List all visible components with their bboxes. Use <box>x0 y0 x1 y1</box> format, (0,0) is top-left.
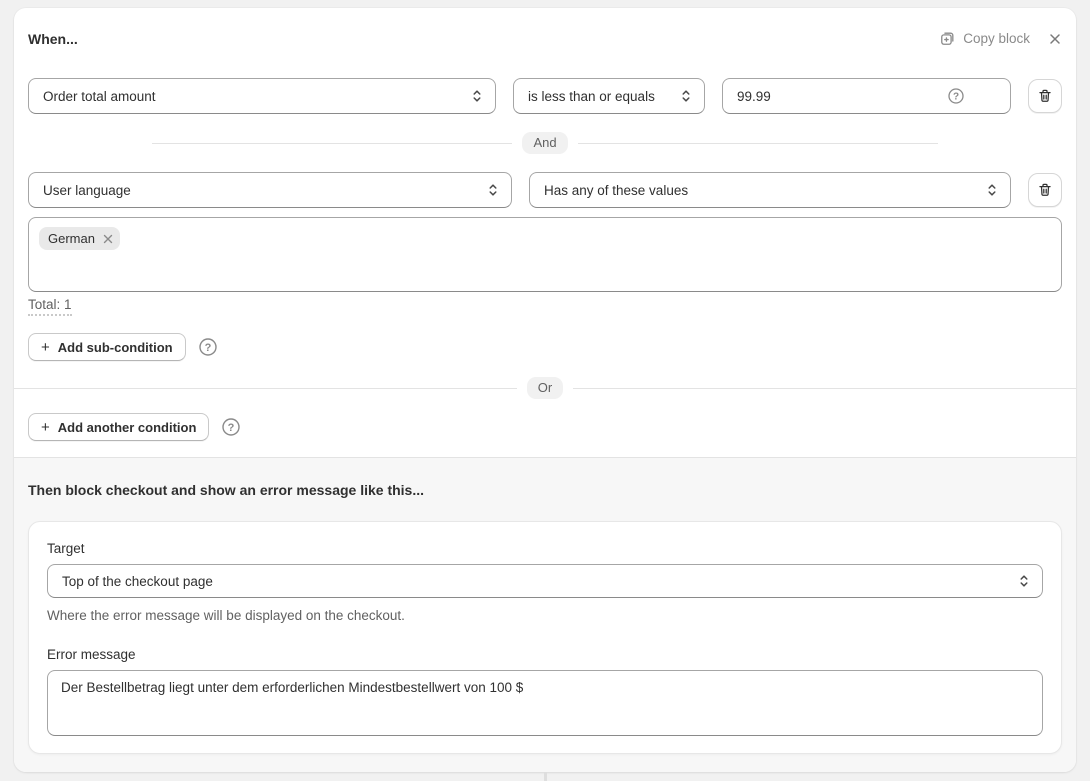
condition-2-field-value: User language <box>43 183 131 198</box>
divider-line <box>152 143 512 144</box>
condition-1-operator-value: is less than or equals <box>528 89 655 104</box>
copy-icon <box>939 30 956 47</box>
condition-2-operator-select[interactable]: Has any of these values <box>529 172 1011 208</box>
trash-icon <box>1037 182 1053 198</box>
trash-icon <box>1037 88 1053 104</box>
chevron-updown-icon <box>1018 574 1030 588</box>
error-message-label: Error message <box>47 647 1043 662</box>
target-help-text: Where the error message will be displaye… <box>47 608 1043 623</box>
error-message-card: Target Top of the checkout page Where th… <box>28 521 1062 754</box>
add-sub-condition-button[interactable]: + Add sub-condition <box>28 333 186 361</box>
condition-2-field-select[interactable]: User language <box>28 172 512 208</box>
condition-1-field-value: Order total amount <box>43 89 156 104</box>
when-title: When... <box>28 31 78 47</box>
tag-chip-german: German <box>39 227 120 250</box>
and-badge: And <box>522 132 567 154</box>
error-message-textarea[interactable]: Der Bestellbetrag liegt unter dem erford… <box>47 670 1043 736</box>
and-divider: And <box>152 132 938 154</box>
help-icon[interactable]: ? <box>198 337 218 357</box>
condition-1-operator-select[interactable]: is less than or equals <box>513 78 705 114</box>
svg-text:?: ? <box>228 422 235 434</box>
tag-label: German <box>48 231 95 246</box>
divider-line <box>14 388 517 389</box>
when-header: When... Copy block <box>28 30 1062 47</box>
target-field-group: Target Top of the checkout page Where th… <box>47 541 1043 623</box>
close-icon <box>1048 32 1062 46</box>
target-label: Target <box>47 541 1043 556</box>
svg-text:?: ? <box>204 342 211 354</box>
chevron-updown-icon <box>487 183 499 197</box>
header-actions: Copy block <box>939 30 1062 47</box>
chevron-updown-icon <box>986 183 998 197</box>
block-connector-line <box>544 772 547 781</box>
or-divider: Or <box>14 377 1076 399</box>
target-value: Top of the checkout page <box>62 574 213 589</box>
delete-condition-1-button[interactable] <box>1028 79 1062 113</box>
tag-remove-button[interactable] <box>102 233 114 245</box>
then-section: Then block checkout and show an error me… <box>14 457 1076 772</box>
add-another-condition-row: + Add another condition ? <box>28 413 1062 441</box>
divider-line <box>578 143 938 144</box>
condition-2-operator-value: Has any of these values <box>544 183 688 198</box>
divider-line <box>573 388 1076 389</box>
when-section: When... Copy block <box>14 8 1076 457</box>
tag-total: Total: 1 <box>28 297 1062 312</box>
add-another-condition-label: Add another condition <box>58 420 197 435</box>
svg-text:?: ? <box>953 92 959 103</box>
condition-2-values-input[interactable]: German <box>28 217 1062 292</box>
tag-remove-x-icon <box>103 234 113 244</box>
plus-icon: + <box>41 420 50 435</box>
condition-1-value-wrap: ? <box>722 78 1011 114</box>
chevron-updown-icon <box>471 89 483 103</box>
help-icon[interactable]: ? <box>221 417 241 437</box>
add-sub-condition-row: + Add sub-condition ? <box>28 333 1062 361</box>
chevron-updown-icon <box>680 89 692 103</box>
target-select[interactable]: Top of the checkout page <box>47 564 1043 598</box>
condition-1-field-select[interactable]: Order total amount <box>28 78 496 114</box>
delete-condition-2-button[interactable] <box>1028 173 1062 207</box>
condition-row-2: User language Has any of these values <box>28 172 1062 208</box>
add-another-condition-button[interactable]: + Add another condition <box>28 413 209 441</box>
rule-block-card: When... Copy block <box>14 8 1076 772</box>
plus-icon: + <box>41 340 50 355</box>
then-title: Then block checkout and show an error me… <box>28 482 1062 498</box>
condition-1-value-input[interactable] <box>722 78 1011 114</box>
error-message-field-group: Error message Der Bestellbetrag liegt un… <box>47 647 1043 736</box>
copy-block-button[interactable]: Copy block <box>939 30 1030 47</box>
help-icon[interactable]: ? <box>947 87 965 110</box>
condition-row-1: Order total amount is less than or equal… <box>28 78 1062 114</box>
copy-block-label: Copy block <box>963 31 1030 46</box>
or-badge: Or <box>527 377 563 399</box>
close-block-button[interactable] <box>1048 32 1062 46</box>
add-sub-condition-label: Add sub-condition <box>58 340 173 355</box>
